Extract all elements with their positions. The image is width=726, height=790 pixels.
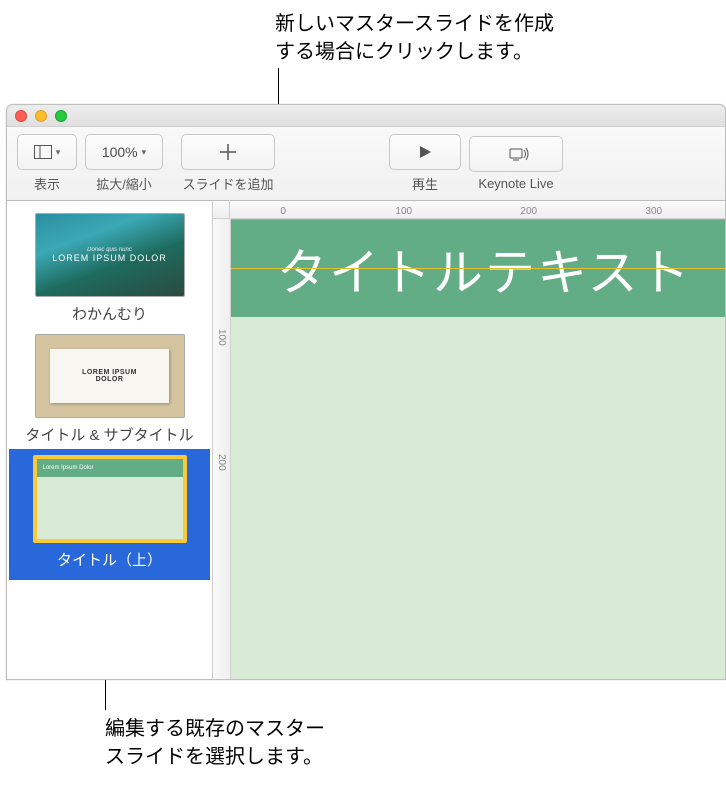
- thumb-header-text: Lorem Ipsum Dolor: [43, 465, 94, 471]
- plus-icon: [218, 142, 238, 162]
- add-slide-button[interactable]: [181, 134, 275, 170]
- ruler-mark: 200: [216, 454, 227, 471]
- callout-line: [105, 680, 106, 710]
- thumb-title-1: LOREM IPSUM: [82, 369, 137, 376]
- view-button[interactable]: ▾: [17, 134, 77, 170]
- view-label: 表示: [34, 174, 60, 193]
- ruler-mark: 100: [216, 329, 227, 346]
- slide-canvas[interactable]: タイトルテキスト: [231, 219, 725, 679]
- titlebar: [7, 105, 725, 127]
- zoom-value: 100%: [102, 144, 138, 160]
- thumbnail: Donec quis nunc LOREM IPSUM DOLOR: [35, 213, 185, 297]
- thumb-title: LOREM IPSUM DOLOR: [52, 253, 167, 263]
- broadcast-icon: [502, 146, 530, 162]
- app-window: ▾ 表示 100% ▾ 拡大/縮小 スライドを追加 再生: [6, 104, 726, 680]
- panel-icon: [34, 145, 52, 159]
- close-icon[interactable]: [15, 110, 27, 122]
- ruler-mark: 300: [645, 206, 662, 217]
- callout-top-text: 新しいマスタースライドを作成する場合にクリックします。: [275, 10, 554, 66]
- add-slide-label: スライドを追加: [182, 174, 273, 193]
- thumb-label: タイトル & サブタイトル: [25, 424, 193, 445]
- master-slide-item[interactable]: Donec quis nunc LOREM IPSUM DOLOR わかんむり: [9, 207, 210, 328]
- toolbar: ▾ 表示 100% ▾ 拡大/縮小 スライドを追加 再生: [7, 127, 725, 201]
- thumb-title-2: DOLOR: [96, 376, 124, 383]
- callout-line: [278, 68, 279, 104]
- ruler-mark: 0: [280, 206, 286, 217]
- zoom-label: 拡大/縮小: [96, 174, 152, 193]
- main-canvas-area: 0 100 200 300 100 200 タイトルテキスト: [213, 201, 725, 679]
- keynote-live-button[interactable]: [469, 136, 563, 172]
- thumbnail: LOREM IPSUM DOLOR: [35, 334, 185, 418]
- keynote-live-label: Keynote Live: [478, 176, 553, 191]
- alignment-guide: [231, 268, 725, 269]
- thumbnail: Lorem Ipsum Dolor: [33, 455, 187, 543]
- slide-navigator: Donec quis nunc LOREM IPSUM DOLOR わかんむり …: [7, 201, 213, 679]
- vertical-ruler[interactable]: 100 200: [213, 219, 231, 679]
- master-slide-item[interactable]: LOREM IPSUM DOLOR タイトル & サブタイトル: [9, 328, 210, 449]
- ruler-mark: 100: [395, 206, 412, 217]
- horizontal-ruler[interactable]: 0 100 200 300: [213, 201, 725, 219]
- play-icon: [417, 144, 433, 160]
- zoom-icon[interactable]: [55, 110, 67, 122]
- chevron-down-icon: ▾: [142, 147, 147, 158]
- thumb-label: わかんむり: [72, 303, 147, 324]
- thumb-subtext: Donec quis nunc: [52, 247, 167, 253]
- master-slide-item-selected[interactable]: Lorem Ipsum Dolor タイトル（上）: [9, 449, 210, 580]
- minimize-icon[interactable]: [35, 110, 47, 122]
- ruler-mark: 200: [520, 206, 537, 217]
- slide-title-bar: タイトルテキスト: [231, 219, 725, 317]
- zoom-button[interactable]: 100% ▾: [85, 134, 163, 170]
- play-label: 再生: [412, 174, 438, 193]
- chevron-down-icon: ▾: [56, 147, 61, 158]
- thumb-label: タイトル（上）: [57, 549, 162, 570]
- callout-bottom-text: 編集する既存のマスタースライドを選択します。: [105, 715, 325, 771]
- play-button[interactable]: [389, 134, 461, 170]
